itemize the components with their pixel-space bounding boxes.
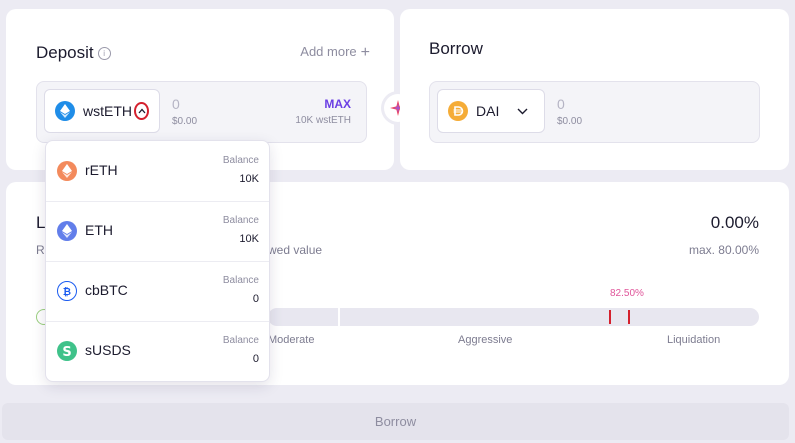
deposit-token-name: wstETH: [83, 103, 132, 119]
dai-icon: [448, 101, 468, 121]
balance-value: 10K: [239, 233, 259, 245]
liquidation-threshold-label: 82.50%: [610, 288, 644, 299]
ltv-subtitle: wed value: [268, 243, 323, 257]
svg-text:S: S: [62, 345, 71, 358]
dropdown-item-label: ETH: [85, 222, 113, 238]
deposit-title: Deposit i: [36, 43, 111, 63]
deposit-token-select[interactable]: wstETH: [44, 89, 160, 133]
plus-icon: +: [360, 44, 370, 61]
balance-label: Balance: [222, 215, 259, 226]
dropdown-item-label: cbBTC: [85, 282, 128, 298]
borrow-card: Borrow DAI 0 $0.00: [400, 9, 789, 170]
deposit-amount-usd: $0.00: [172, 116, 198, 127]
svg-text:₿: ₿: [63, 286, 71, 297]
ltv-max: max. 80.00%: [688, 243, 759, 257]
borrow-token-select[interactable]: DAI: [437, 89, 545, 133]
track-divider: [338, 308, 340, 326]
ltv-subtitle-partial: R: [36, 243, 45, 257]
max-ltv-marker: [609, 310, 611, 324]
deposit-max-balance: 10K wstETH: [295, 115, 351, 126]
info-icon[interactable]: i: [97, 47, 111, 60]
ltv-track[interactable]: [268, 308, 759, 326]
eth-icon: [57, 221, 77, 241]
dropdown-item-eth[interactable]: ETH Balance 10K: [46, 201, 269, 262]
borrow-amount-usd: $0.00: [557, 116, 583, 127]
wsteth-icon: [55, 101, 75, 121]
dropdown-item-reth[interactable]: rETH Balance 10K: [46, 141, 269, 202]
ltv-value: 0.00%: [710, 213, 759, 232]
balance-label: Balance: [222, 335, 259, 346]
chevron-up-icon[interactable]: [134, 102, 149, 120]
zone-aggressive: Aggressive: [458, 334, 513, 346]
zone-moderate: Moderate: [268, 334, 315, 346]
dropdown-item-label: sUSDS: [85, 342, 131, 358]
balance-value: 10K: [239, 173, 259, 185]
reth-icon: [57, 161, 77, 181]
borrow-amount-input[interactable]: 0: [557, 96, 565, 112]
token-dropdown: rETH Balance 10K ETH Balance 10K ₿ cbBTC…: [45, 140, 270, 382]
balance-label: Balance: [222, 155, 259, 166]
borrow-asset-box: DAI 0 $0.00: [429, 81, 760, 143]
borrow-title: Borrow: [429, 39, 483, 58]
dropdown-item-susds[interactable]: S sUSDS Balance 0: [46, 321, 269, 381]
liquidation-marker: [628, 310, 630, 324]
susds-icon: S: [57, 341, 77, 361]
borrow-token-name: DAI: [476, 103, 500, 119]
borrow-button[interactable]: Borrow: [2, 403, 789, 440]
deposit-amount-input[interactable]: 0: [172, 96, 180, 112]
balance-value: 0: [252, 353, 259, 365]
add-more-button[interactable]: Add more +: [300, 44, 370, 62]
dropdown-item-label: rETH: [85, 162, 118, 178]
zone-liquidation: Liquidation: [667, 334, 721, 346]
cbbtc-icon: ₿: [57, 281, 77, 301]
dropdown-item-cbbtc[interactable]: ₿ cbBTC Balance 0: [46, 261, 269, 322]
balance-value: 0: [252, 293, 259, 305]
max-button[interactable]: MAX: [324, 97, 351, 111]
balance-label: Balance: [222, 275, 259, 286]
deposit-asset-box: wstETH 0 $0.00 MAX 10K wstETH: [36, 81, 367, 143]
chevron-down-icon[interactable]: [517, 102, 528, 120]
